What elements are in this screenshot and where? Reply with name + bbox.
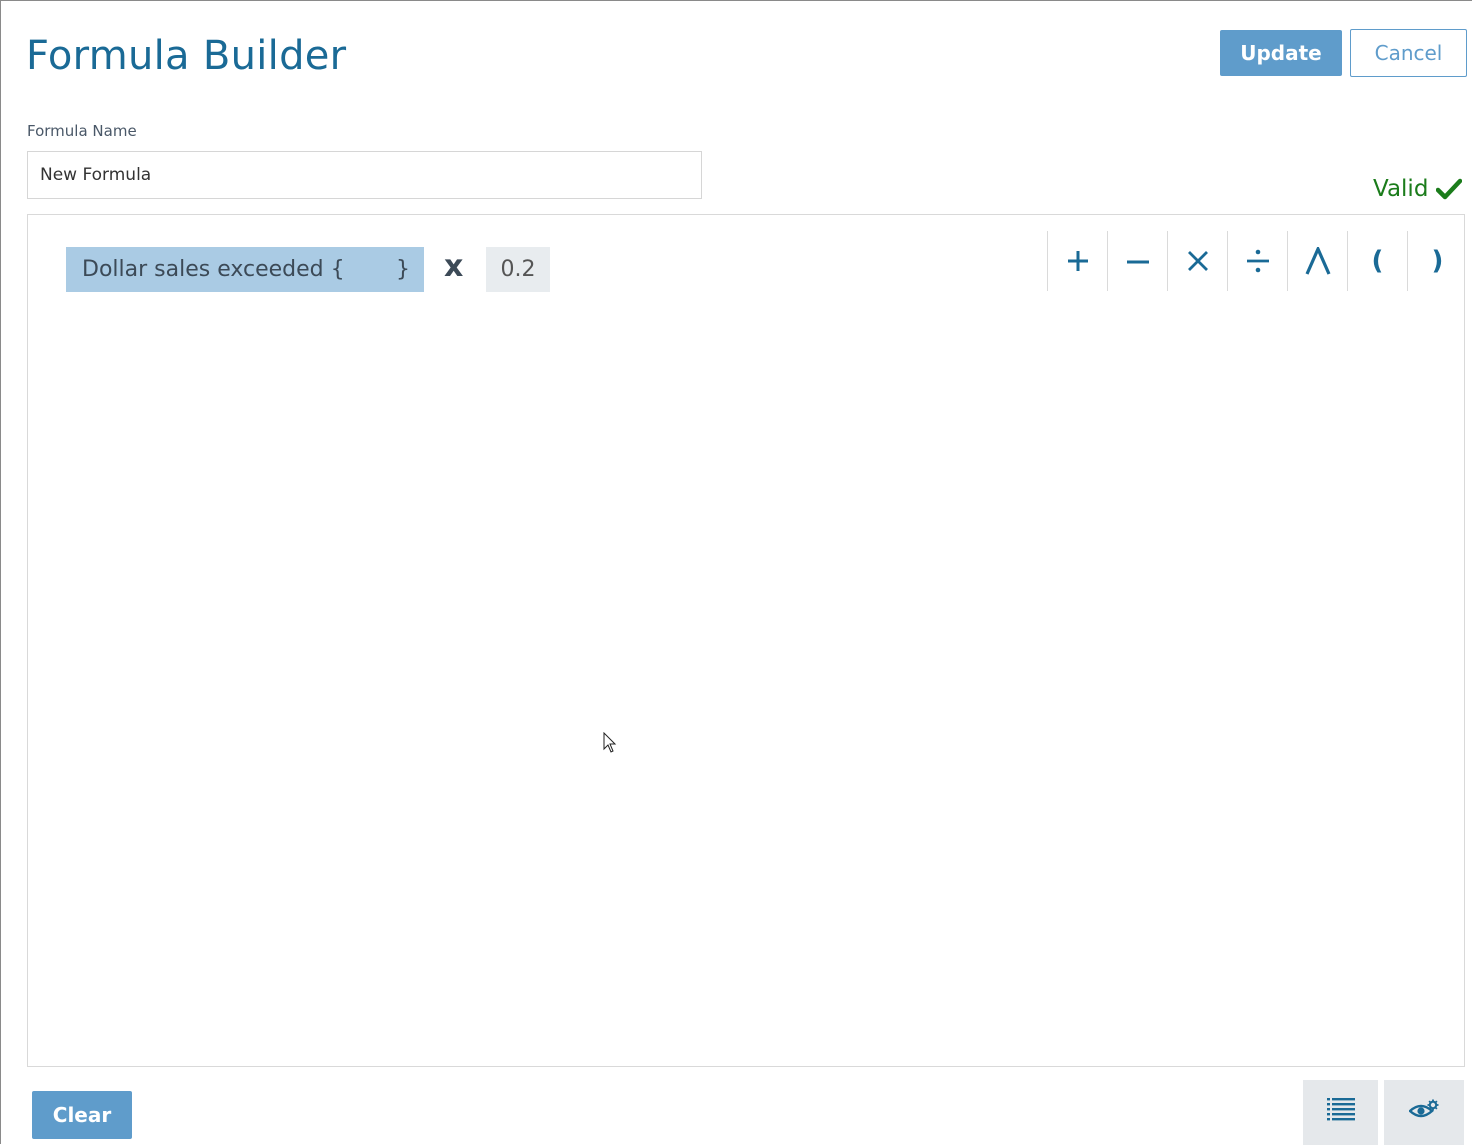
multiply-button[interactable] (1167, 231, 1227, 291)
token-field-label: Dollar sales exceeded { (82, 257, 345, 282)
token-field-close-brace: } (396, 257, 410, 282)
minus-button[interactable] (1107, 231, 1167, 291)
operator-toolbar: ( ) (1047, 231, 1467, 291)
validation-status-text: Valid (1373, 176, 1429, 202)
divide-icon (1246, 248, 1270, 274)
plus-button[interactable] (1047, 231, 1107, 291)
formula-token-number[interactable]: 0.2 (486, 247, 550, 292)
formula-name-input[interactable] (27, 151, 702, 199)
multiply-icon (1186, 249, 1210, 273)
minus-icon (1126, 249, 1150, 273)
formula-editor[interactable]: Dollar sales exceeded { } x 0.2 () (27, 214, 1465, 1067)
formula-token-field[interactable]: Dollar sales exceeded { } (66, 247, 424, 292)
open-paren-label: ( (1371, 246, 1384, 276)
field-list-button[interactable] (1303, 1080, 1378, 1145)
close-paren-label: ) (1431, 246, 1444, 276)
update-button[interactable]: Update (1220, 30, 1342, 76)
formula-name-label: Formula Name (27, 122, 137, 140)
formula-token-operator[interactable]: x (444, 249, 463, 284)
validation-status: Valid (1373, 176, 1463, 202)
close-paren-button[interactable]: ) (1407, 231, 1467, 291)
divide-button[interactable] (1227, 231, 1287, 291)
open-paren-button[interactable]: ( (1347, 231, 1407, 291)
caret-icon (1305, 247, 1331, 275)
plus-icon (1066, 249, 1090, 273)
eye-gear-icon (1408, 1099, 1439, 1126)
mouse-cursor-icon (603, 731, 617, 759)
cancel-button[interactable]: Cancel (1350, 29, 1467, 77)
clear-button[interactable]: Clear (32, 1091, 132, 1139)
page-title: Formula Builder (26, 33, 347, 79)
list-icon (1326, 1097, 1355, 1128)
power-button[interactable] (1287, 231, 1347, 291)
check-icon (1436, 178, 1463, 200)
preview-button[interactable] (1384, 1080, 1464, 1145)
formula-builder-dialog: Formula Builder Update Cancel Formula Na… (0, 0, 1472, 1145)
